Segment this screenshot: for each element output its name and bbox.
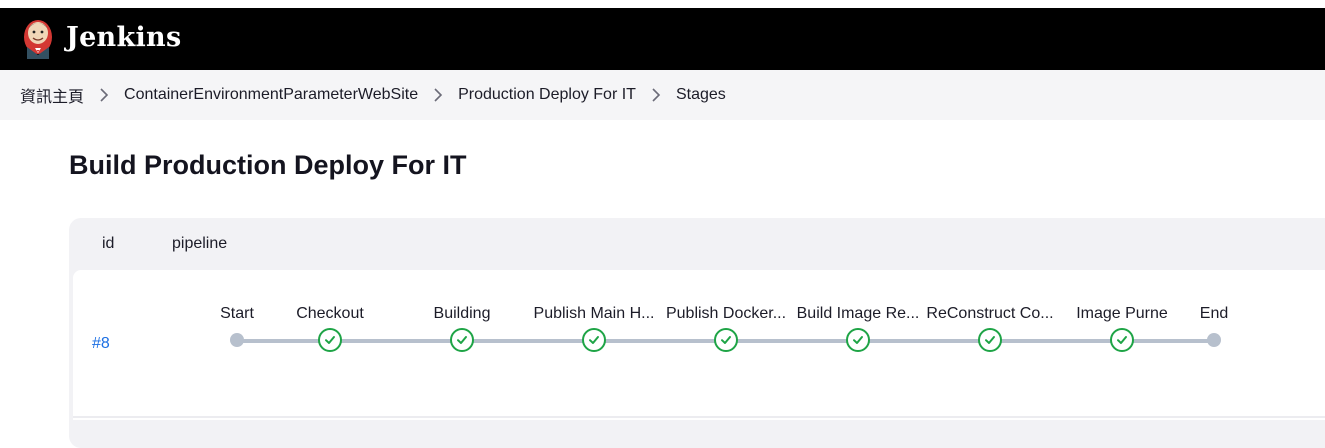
page-title: Build Production Deploy For IT <box>69 150 467 180</box>
success-check-icon[interactable] <box>450 328 474 352</box>
stage-label[interactable]: Publish Main H... <box>534 305 655 323</box>
stage-label[interactable]: Start <box>220 305 254 323</box>
chevron-right-icon <box>418 86 458 104</box>
table-row: #8 Start Checkout Building Publish Main H..… <box>73 270 1325 420</box>
breadcrumb-job[interactable]: Production Deploy For IT <box>458 86 636 104</box>
row-divider <box>73 416 1325 418</box>
chevron-right-icon <box>636 86 676 104</box>
success-check-icon[interactable] <box>978 328 1002 352</box>
run-id-link[interactable]: #8 <box>92 335 110 353</box>
breadcrumb: 資訊主頁 ContainerEnvironmentParameterWebSit… <box>0 70 1325 120</box>
column-header-pipeline[interactable]: pipeline <box>172 235 227 253</box>
success-check-icon[interactable] <box>318 328 342 352</box>
chevron-right-icon <box>84 86 124 104</box>
stage-label[interactable]: Publish Docker... <box>666 305 786 323</box>
stage-label[interactable]: End <box>1200 305 1228 323</box>
stage-label[interactable]: Building <box>434 305 491 323</box>
end-node-icon <box>1207 333 1221 347</box>
stage-label[interactable]: Build Image Re... <box>797 305 920 323</box>
stage-label[interactable]: Image Purne <box>1076 305 1168 323</box>
start-node-icon <box>230 333 244 347</box>
breadcrumb-stages[interactable]: Stages <box>676 86 726 104</box>
column-header-id[interactable]: id <box>102 235 114 253</box>
success-check-icon[interactable] <box>582 328 606 352</box>
success-check-icon[interactable] <box>714 328 738 352</box>
jenkins-brand[interactable]: Jenkins <box>66 22 181 53</box>
success-check-icon[interactable] <box>1110 328 1134 352</box>
top-strip <box>0 0 1325 8</box>
stage-label[interactable]: Checkout <box>296 305 364 323</box>
jenkins-logo-icon[interactable] <box>19 15 57 63</box>
app-header: Jenkins <box>0 8 1325 70</box>
breadcrumb-dashboard[interactable]: 資訊主頁 <box>20 83 84 107</box>
success-check-icon[interactable] <box>846 328 870 352</box>
stages-table: id pipeline #8 Start Checkout Building Publ… <box>69 218 1325 448</box>
stage-label[interactable]: ReConstruct Co... <box>926 305 1053 323</box>
breadcrumb-folder[interactable]: ContainerEnvironmentParameterWebSite <box>124 86 418 104</box>
